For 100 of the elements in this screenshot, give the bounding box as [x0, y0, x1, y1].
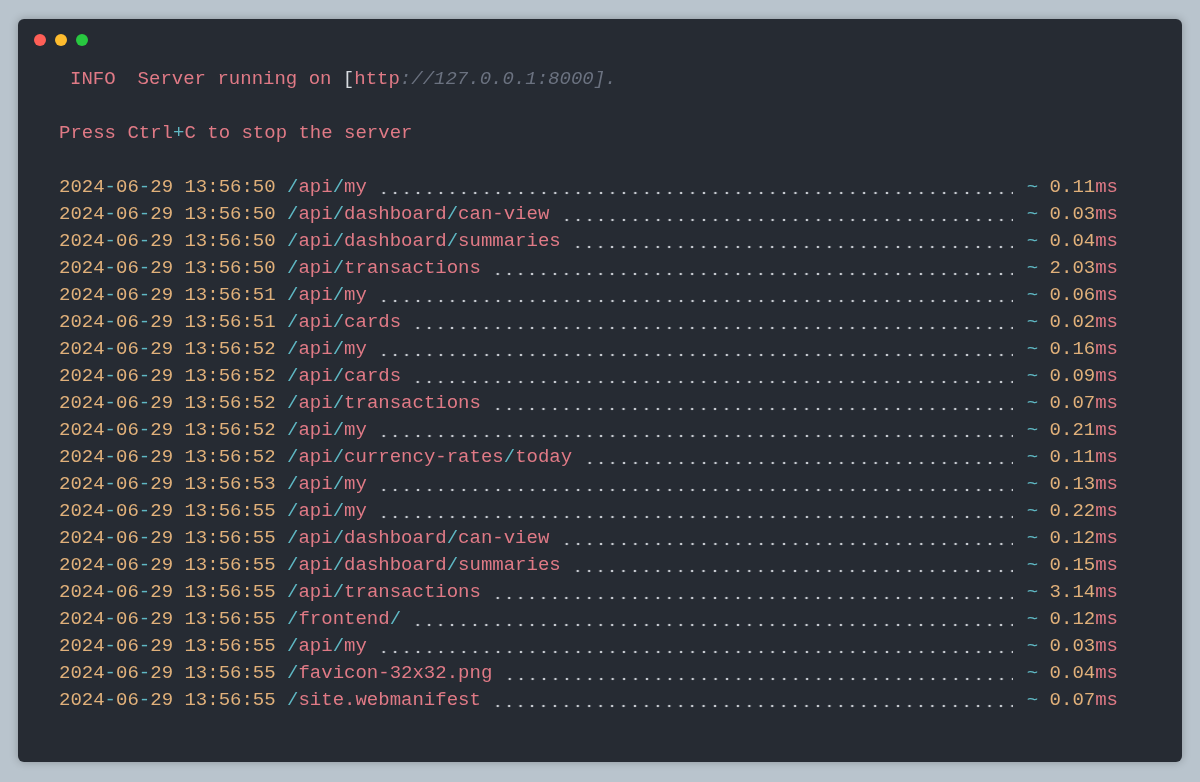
tilde-sign: ~: [1026, 607, 1039, 632]
log-date: 2024-06-29: [59, 337, 174, 362]
tilde-sign: ~: [1026, 580, 1039, 605]
tilde-sign: ~: [1026, 661, 1039, 686]
request-duration: 0.11ms: [1049, 175, 1118, 200]
request-duration: 0.15ms: [1049, 553, 1118, 578]
request-path: /api/my: [287, 634, 367, 659]
log-date: 2024-06-29: [59, 688, 174, 713]
log-date: 2024-06-29: [59, 310, 174, 335]
log-time: 13:56:50: [184, 202, 276, 227]
log-date: 2024-06-29: [59, 445, 174, 470]
info-label: INFO: [69, 67, 117, 92]
tilde-sign: ~: [1026, 202, 1039, 227]
request-duration: 0.21ms: [1049, 418, 1118, 443]
request-duration: 0.07ms: [1049, 688, 1118, 713]
request-duration: 0.22ms: [1049, 499, 1118, 524]
log-date: 2024-06-29: [59, 634, 174, 659]
tilde-sign: ~: [1026, 688, 1039, 713]
log-time: 13:56:51: [184, 310, 276, 335]
request-duration: 0.03ms: [1049, 202, 1118, 227]
request-duration: 0.13ms: [1049, 472, 1118, 497]
request-path: /api/transactions: [287, 580, 481, 605]
log-date: 2024-06-29: [59, 472, 174, 497]
tilde-sign: ~: [1026, 634, 1039, 659]
tilde-sign: ~: [1026, 526, 1039, 551]
tilde-sign: ~: [1026, 256, 1039, 281]
log-time: 13:56:55: [184, 526, 276, 551]
log-time: 13:56:55: [184, 634, 276, 659]
log-date: 2024-06-29: [59, 553, 174, 578]
request-duration: 0.07ms: [1049, 391, 1118, 416]
stop-hint: Press Ctrl+C to stop the server: [59, 121, 413, 146]
request-path: /api/my: [287, 337, 367, 362]
tilde-sign: ~: [1026, 175, 1039, 200]
request-path: /api/my: [287, 283, 367, 308]
log-date: 2024-06-29: [59, 364, 174, 389]
tilde-sign: ~: [1026, 472, 1039, 497]
window-control-button[interactable]: [34, 34, 46, 46]
request-path: /api/my: [287, 499, 367, 524]
log-time: 13:56:53: [184, 472, 276, 497]
log-time: 13:56:51: [184, 283, 276, 308]
log-time: 13:56:55: [184, 661, 276, 686]
request-duration: 0.12ms: [1049, 526, 1118, 551]
tilde-sign: ~: [1026, 310, 1039, 335]
tilde-sign: ~: [1026, 337, 1039, 362]
tilde-sign: ~: [1026, 445, 1039, 470]
request-path: /frontend/: [287, 607, 402, 632]
request-duration: 0.11ms: [1049, 445, 1118, 470]
log-time: 13:56:52: [184, 418, 276, 443]
tilde-sign: ~: [1026, 553, 1039, 578]
request-path: /api/currency-rates/today: [287, 445, 573, 470]
log-date: 2024-06-29: [59, 202, 174, 227]
tilde-sign: ~: [1026, 499, 1039, 524]
request-path: /api/my: [287, 418, 367, 443]
log-date: 2024-06-29: [59, 418, 174, 443]
request-path: /api/transactions: [287, 256, 481, 281]
log-date: 2024-06-29: [59, 256, 174, 281]
log-time: 13:56:55: [184, 499, 276, 524]
request-duration: 0.16ms: [1049, 337, 1118, 362]
request-duration: 0.04ms: [1049, 229, 1118, 254]
tilde-sign: ~: [1026, 418, 1039, 443]
log-time: 13:56:50: [184, 175, 276, 200]
request-path: /api/my: [287, 472, 367, 497]
request-duration: 0.03ms: [1049, 634, 1118, 659]
request-duration: 0.12ms: [1049, 607, 1118, 632]
log-date: 2024-06-29: [59, 283, 174, 308]
request-path: /site.webmanifest: [287, 688, 481, 713]
log-date: 2024-06-29: [59, 661, 174, 686]
window-control-button[interactable]: [55, 34, 67, 46]
request-path: /api/my: [287, 175, 367, 200]
window-control-button[interactable]: [76, 34, 88, 46]
request-path: /api/dashboard/can-view: [287, 202, 550, 227]
tilde-sign: ~: [1026, 391, 1039, 416]
log-date: 2024-06-29: [59, 391, 174, 416]
tilde-sign: ~: [1026, 229, 1039, 254]
request-path: /favicon-32x32.png: [287, 661, 493, 686]
log-time: 13:56:52: [184, 391, 276, 416]
log-time: 13:56:50: [184, 256, 276, 281]
request-path: /api/cards: [287, 364, 402, 389]
log-time: 13:56:55: [184, 580, 276, 605]
request-path: /api/transactions: [287, 391, 481, 416]
log-date: 2024-06-29: [59, 607, 174, 632]
tilde-sign: ~: [1026, 283, 1039, 308]
request-path: /api/cards: [287, 310, 402, 335]
server-message: Server running on [http://127.0.0.1:8000].: [137, 67, 617, 92]
log-time: 13:56:52: [184, 364, 276, 389]
request-path: /api/dashboard/summaries: [287, 229, 561, 254]
log-date: 2024-06-29: [59, 526, 174, 551]
request-path: /api/dashboard/can-view: [287, 526, 550, 551]
tilde-sign: ~: [1026, 364, 1039, 389]
log-time: 13:56:55: [184, 607, 276, 632]
log-date: 2024-06-29: [59, 175, 174, 200]
log-time: 13:56:50: [184, 229, 276, 254]
request-path: /api/dashboard/summaries: [287, 553, 561, 578]
log-time: 13:56:52: [184, 445, 276, 470]
request-duration: 0.02ms: [1049, 310, 1118, 335]
request-duration: 3.14ms: [1049, 580, 1118, 605]
request-duration: 0.06ms: [1049, 283, 1118, 308]
log-time: 13:56:55: [184, 553, 276, 578]
log-date: 2024-06-29: [59, 580, 174, 605]
log-time: 13:56:55: [184, 688, 276, 713]
